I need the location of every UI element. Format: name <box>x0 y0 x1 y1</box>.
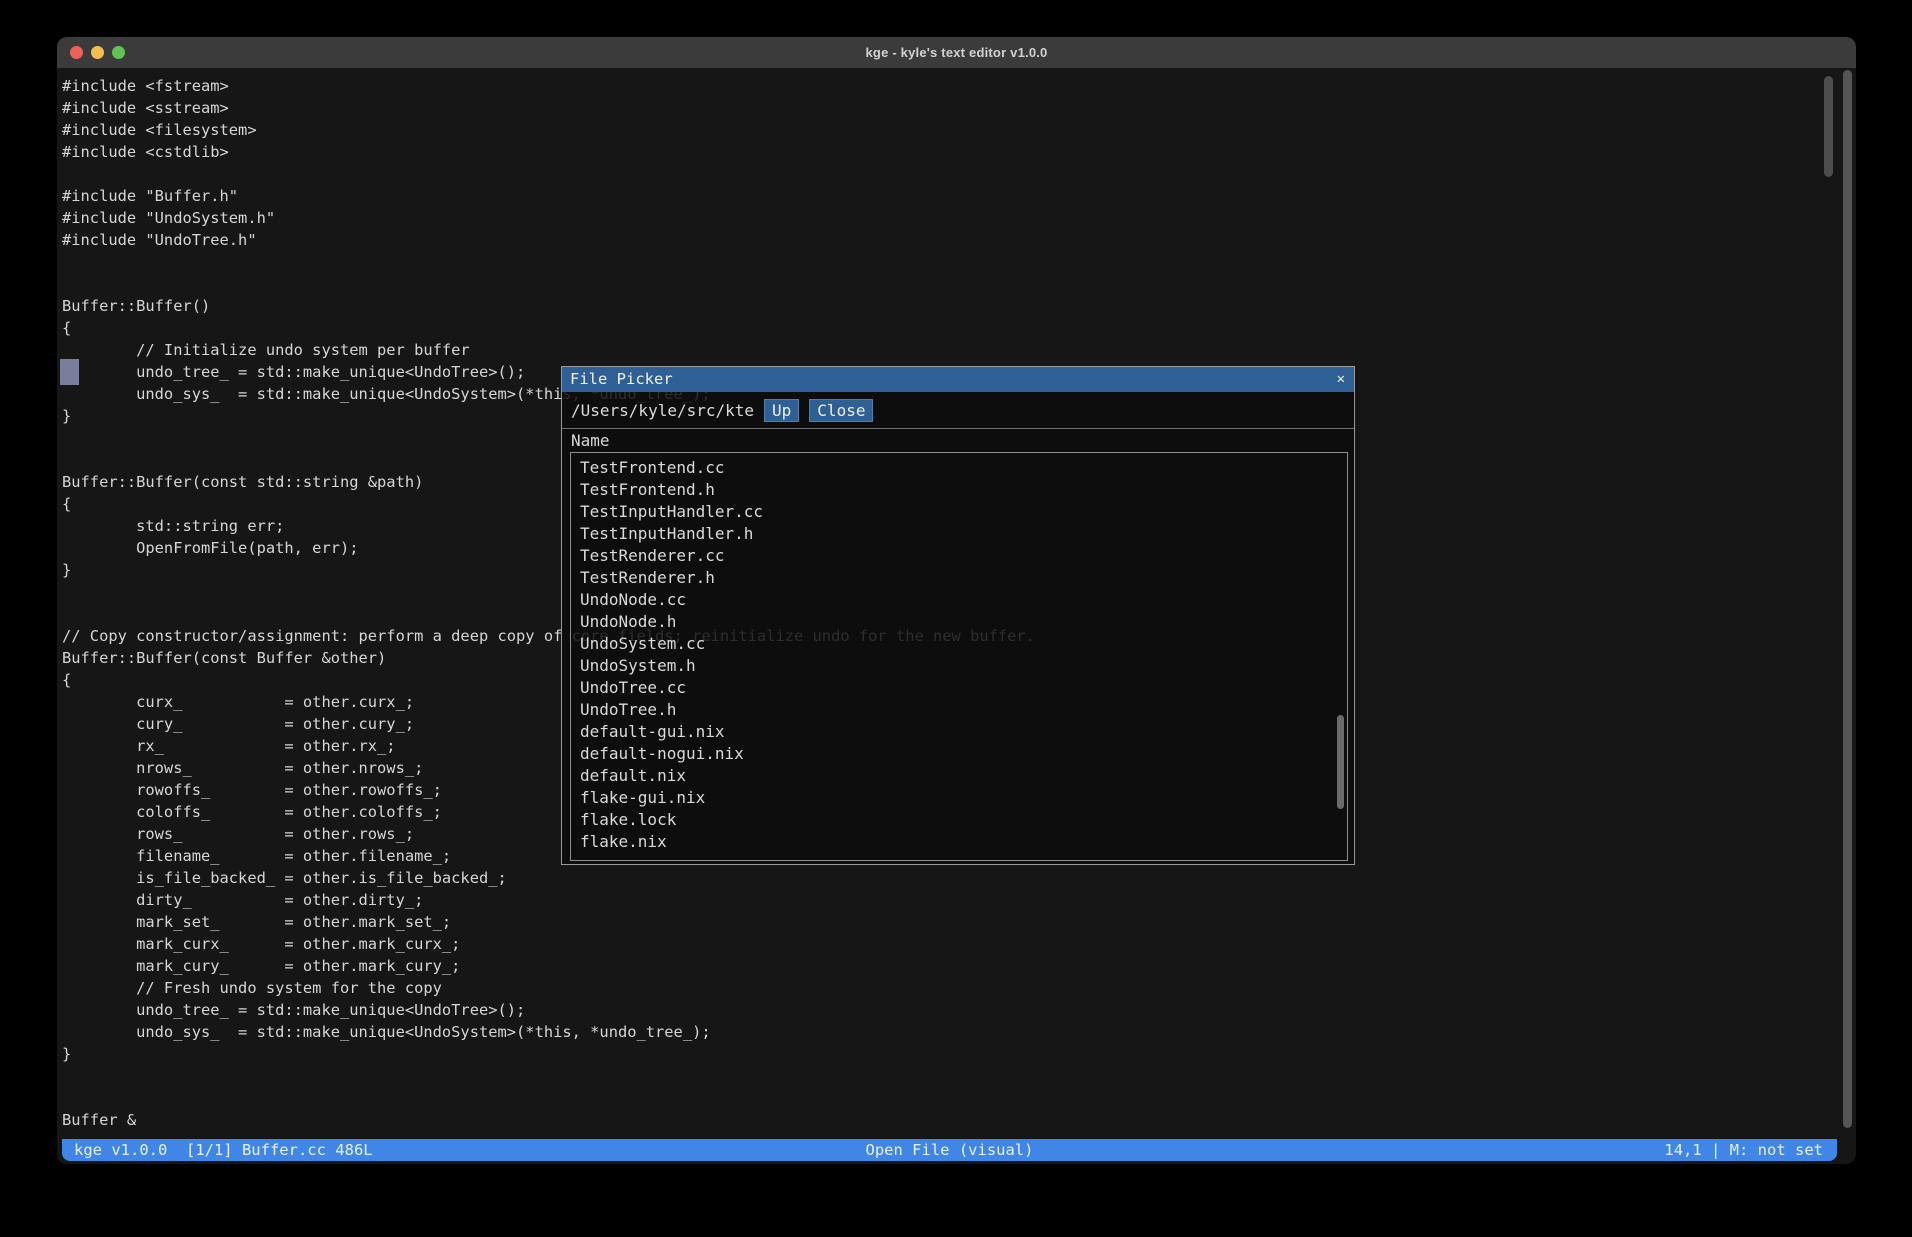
list-item[interactable]: default-nogui.nix <box>571 743 1347 765</box>
editor-window: kge - kyle's text editor v1.0.0 #include… <box>57 37 1856 1164</box>
list-item[interactable]: UndoSystem.cc <box>571 633 1347 655</box>
list-item[interactable]: UndoTree.h <box>571 699 1347 721</box>
list-item[interactable]: UndoTree.cc <box>571 677 1347 699</box>
list-item[interactable]: default-gui.nix <box>571 721 1347 743</box>
close-button[interactable]: Close <box>809 399 873 422</box>
editor-scrollbar-thumb[interactable] <box>1824 76 1833 177</box>
list-item[interactable]: TestFrontend.h <box>571 479 1347 501</box>
list-item[interactable]: flake.lock <box>571 809 1347 831</box>
list-item[interactable]: default.nix <box>571 765 1347 787</box>
file-list: TestFrontend.ccTestFrontend.hTestInputHa… <box>570 452 1348 861</box>
current-path: /Users/kyle/src/kte <box>571 401 754 420</box>
list-item[interactable]: TestInputHandler.h <box>571 523 1347 545</box>
path-row: /Users/kyle/src/kte Up Close <box>562 392 1354 428</box>
list-item[interactable]: flake.nix <box>571 831 1347 853</box>
status-right: 14,1 | M: not set <box>1664 1139 1823 1161</box>
list-item[interactable]: TestInputHandler.cc <box>571 501 1347 523</box>
list-item[interactable]: UndoSystem.h <box>571 655 1347 677</box>
window-scrollbar-track[interactable] <box>1843 70 1852 1128</box>
list-scrollbar-thumb[interactable] <box>1337 715 1344 809</box>
name-column-header: Name <box>562 429 1354 452</box>
window-title: kge - kyle's text editor v1.0.0 <box>57 37 1856 68</box>
close-icon[interactable]: ✕ <box>1337 367 1345 392</box>
file-picker-title: File Picker <box>570 370 673 388</box>
status-center: Open File (visual) <box>62 1139 1837 1161</box>
up-button[interactable]: Up <box>764 399 799 422</box>
status-bar: kge v1.0.0 [1/1] Buffer.cc 486L Open Fil… <box>62 1139 1837 1161</box>
list-item[interactable]: UndoNode.cc <box>571 589 1347 611</box>
window-titlebar: kge - kyle's text editor v1.0.0 <box>57 37 1856 68</box>
list-item[interactable]: TestRenderer.h <box>571 567 1347 589</box>
list-item[interactable]: TestRenderer.cc <box>571 545 1347 567</box>
text-cursor <box>60 359 79 385</box>
file-picker-dialog: File Picker ✕ /Users/kyle/src/kte Up Clo… <box>561 366 1355 865</box>
list-item[interactable]: UndoNode.h <box>571 611 1347 633</box>
file-picker-titlebar: File Picker ✕ <box>562 367 1354 392</box>
list-item[interactable]: flake-gui.nix <box>571 787 1347 809</box>
list-item[interactable]: TestFrontend.cc <box>571 457 1347 479</box>
